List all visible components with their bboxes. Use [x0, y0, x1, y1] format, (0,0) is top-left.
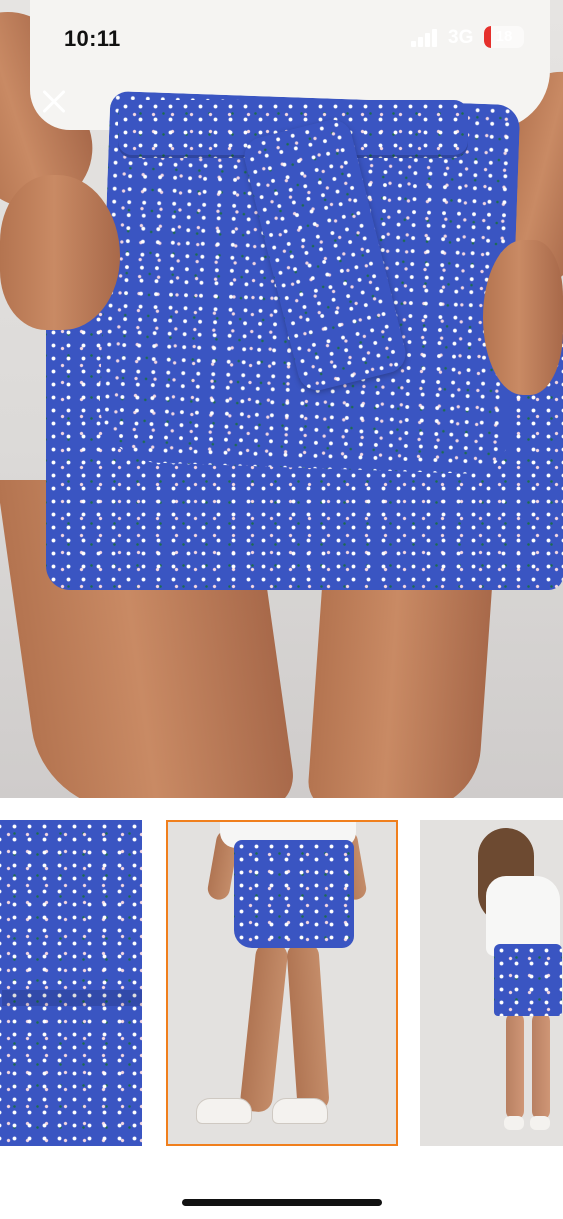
thumbnail-model-leg	[532, 1012, 550, 1120]
thumbnail-model-leg	[286, 941, 330, 1113]
thumbnail-sneaker	[196, 1098, 252, 1124]
main-product-image[interactable]	[0, 0, 563, 798]
thumbnail-sneaker	[272, 1098, 328, 1124]
thumbnail-fabric-detail	[0, 820, 142, 1146]
status-bar: 10:11 3G 18	[0, 0, 563, 74]
thumbnail-model-leg	[506, 1012, 524, 1120]
model-left-hand	[0, 175, 120, 330]
thumbnail-fold-line	[2, 990, 142, 1006]
close-icon[interactable]	[36, 84, 72, 120]
battery-icon: 18	[484, 26, 524, 48]
thumbnail-skort-back	[494, 944, 562, 1016]
thumbnail-model-leg	[239, 940, 289, 1114]
thumbnail-3[interactable]	[420, 820, 563, 1146]
thumbnail-strip	[0, 798, 563, 1219]
model-right-hand	[483, 240, 563, 395]
status-time: 10:11	[64, 26, 121, 51]
thumbnail-1[interactable]	[0, 820, 142, 1146]
thumbnail-skort	[234, 840, 354, 948]
thumbnail-2-selected[interactable]	[166, 820, 398, 1146]
battery-level: 18	[495, 28, 513, 45]
thumbnail-sneaker	[504, 1116, 524, 1130]
network-type: 3G	[448, 27, 474, 48]
thumbnail-sneaker	[530, 1116, 550, 1130]
cellular-signal-icon	[411, 29, 441, 47]
home-indicator[interactable]	[182, 1199, 382, 1206]
